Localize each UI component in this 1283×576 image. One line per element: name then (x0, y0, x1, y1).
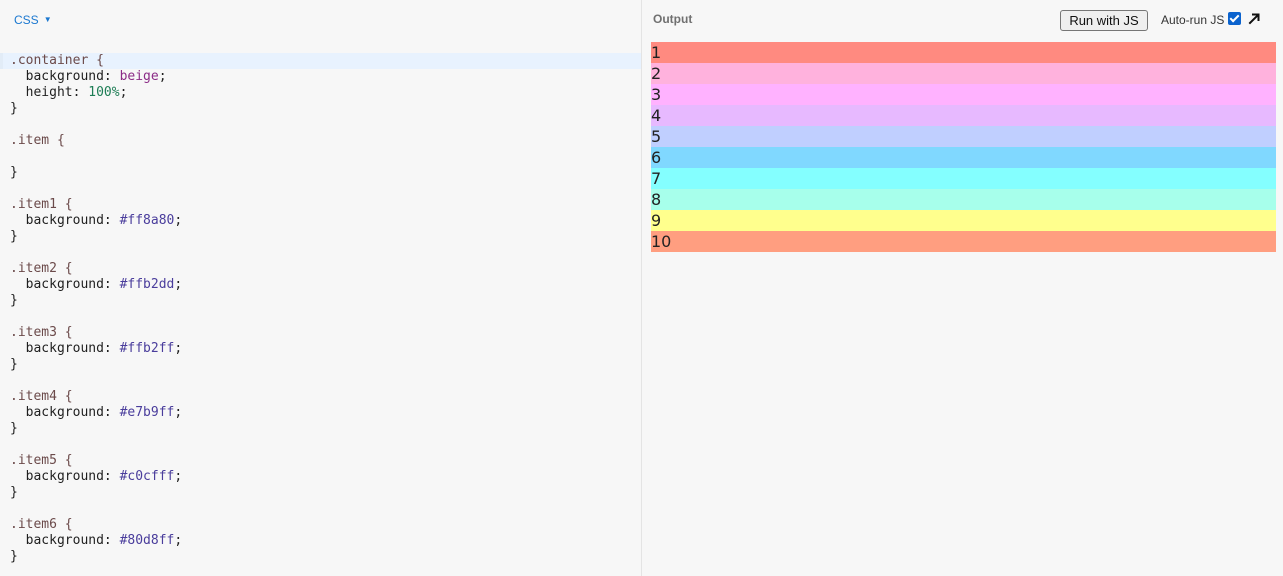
code-token: } (10, 165, 18, 180)
playground-app: CSS ▼ .container { background: beige; he… (0, 0, 1283, 576)
language-label: CSS (14, 13, 39, 27)
code-line[interactable] (3, 149, 641, 165)
code-token: #e7b9ff (119, 405, 175, 420)
code-token: ; (174, 469, 183, 484)
code-token: background: (10, 341, 120, 356)
code-line[interactable]: } (3, 357, 641, 373)
output-title: Output (653, 12, 693, 26)
arrow-up-right-icon[interactable] (1248, 13, 1260, 25)
code-token: } (10, 485, 18, 500)
code-token: .item1 { (10, 197, 73, 212)
code-token: #ffb2ff (119, 341, 175, 356)
output-item-2: 2 (651, 63, 1276, 84)
code-token: } (10, 101, 18, 116)
code-editor[interactable]: .container { background: beige; height: … (3, 53, 641, 565)
css-editor-pane: CSS ▼ .container { background: beige; he… (0, 0, 642, 576)
chevron-down-icon: ▼ (43, 15, 52, 24)
code-token: 100% (88, 85, 120, 100)
code-token: #80d8ff (119, 533, 175, 548)
code-line[interactable]: } (3, 101, 641, 117)
checkbox-checked-icon[interactable] (1228, 11, 1242, 25)
code-line[interactable]: background: #ff8a80; (3, 213, 641, 229)
output-item-8: 8 (651, 189, 1276, 210)
code-token: .container { (10, 53, 104, 68)
code-line[interactable] (3, 501, 641, 517)
code-line[interactable]: background: beige; (3, 69, 641, 85)
code-line[interactable]: .item2 { (3, 261, 641, 277)
code-token: ; (174, 277, 183, 292)
output-item-6: 6 (651, 147, 1276, 168)
code-line[interactable] (3, 309, 641, 325)
code-line[interactable]: } (3, 421, 641, 437)
code-line[interactable]: } (3, 549, 641, 565)
code-line[interactable]: } (3, 229, 641, 245)
code-token: ; (158, 69, 167, 84)
code-line[interactable]: } (3, 485, 641, 501)
code-token: background: (10, 213, 120, 228)
code-token: background: (10, 533, 120, 548)
code-token: .item6 { (10, 517, 73, 532)
output-item-10: 10 (651, 231, 1276, 252)
code-token: #ff8a80 (119, 213, 175, 228)
output-item-3: 3 (651, 84, 1276, 105)
code-token: .item4 { (10, 389, 73, 404)
output-item-4: 4 (651, 105, 1276, 126)
code-token: } (10, 357, 18, 372)
language-selector[interactable]: CSS ▼ (14, 12, 52, 28)
code-line[interactable] (3, 437, 641, 453)
code-token: ; (174, 405, 183, 420)
code-token: #c0cfff (119, 469, 175, 484)
code-token: .item3 { (10, 325, 73, 340)
code-token: background: (10, 69, 120, 84)
code-line[interactable]: background: #ffb2dd; (3, 277, 641, 293)
output-item-7: 7 (651, 168, 1276, 189)
code-line[interactable] (3, 181, 641, 197)
code-token: .item2 { (10, 261, 73, 276)
code-token: ; (174, 341, 183, 356)
code-token: background: (10, 277, 120, 292)
code-line[interactable]: height: 100%; (3, 85, 641, 101)
rendered-output: 1 2 3 4 5 6 7 8 9 10 (651, 42, 1276, 252)
code-line[interactable]: .item1 { (3, 197, 641, 213)
code-line[interactable]: background: #ffb2ff; (3, 341, 641, 357)
code-token: height: (10, 85, 89, 100)
code-line[interactable]: background: #e7b9ff; (3, 405, 641, 421)
code-token: #ffb2dd (119, 277, 175, 292)
output-item-9: 9 (651, 210, 1276, 231)
output-item-5: 5 (651, 126, 1276, 147)
code-token: } (10, 293, 18, 308)
auto-run-js-toggle[interactable]: Auto-run JS (1161, 11, 1242, 28)
output-item-1: 1 (651, 42, 1276, 63)
code-line[interactable]: } (3, 165, 641, 181)
code-line[interactable]: .item6 { (3, 517, 641, 533)
code-token: } (10, 421, 18, 436)
code-line[interactable]: background: #c0cfff; (3, 469, 641, 485)
code-token: } (10, 549, 18, 564)
code-line[interactable]: } (3, 293, 641, 309)
code-line[interactable]: background: #80d8ff; (3, 533, 641, 549)
code-line[interactable]: .item5 { (3, 453, 641, 469)
auto-run-js-label: Auto-run JS (1161, 13, 1225, 27)
code-line[interactable] (3, 117, 641, 133)
code-token: .item5 { (10, 453, 73, 468)
code-line[interactable]: .item4 { (3, 389, 641, 405)
code-line[interactable]: .item { (3, 133, 641, 149)
code-token: beige (119, 69, 159, 84)
code-token: ; (174, 213, 183, 228)
code-token: } (10, 229, 18, 244)
output-pane: Output Run with JS Auto-run JS 123456789… (642, 0, 1283, 576)
code-line[interactable]: .container { (3, 53, 641, 69)
code-token: ; (174, 533, 183, 548)
code-token: ; (119, 85, 128, 100)
run-with-js-button[interactable]: Run with JS (1060, 10, 1148, 31)
code-line[interactable] (3, 373, 641, 389)
code-line[interactable] (3, 245, 641, 261)
code-token: background: (10, 405, 120, 420)
code-token: background: (10, 469, 120, 484)
code-line[interactable]: .item3 { (3, 325, 641, 341)
code-token: .item { (10, 133, 65, 148)
